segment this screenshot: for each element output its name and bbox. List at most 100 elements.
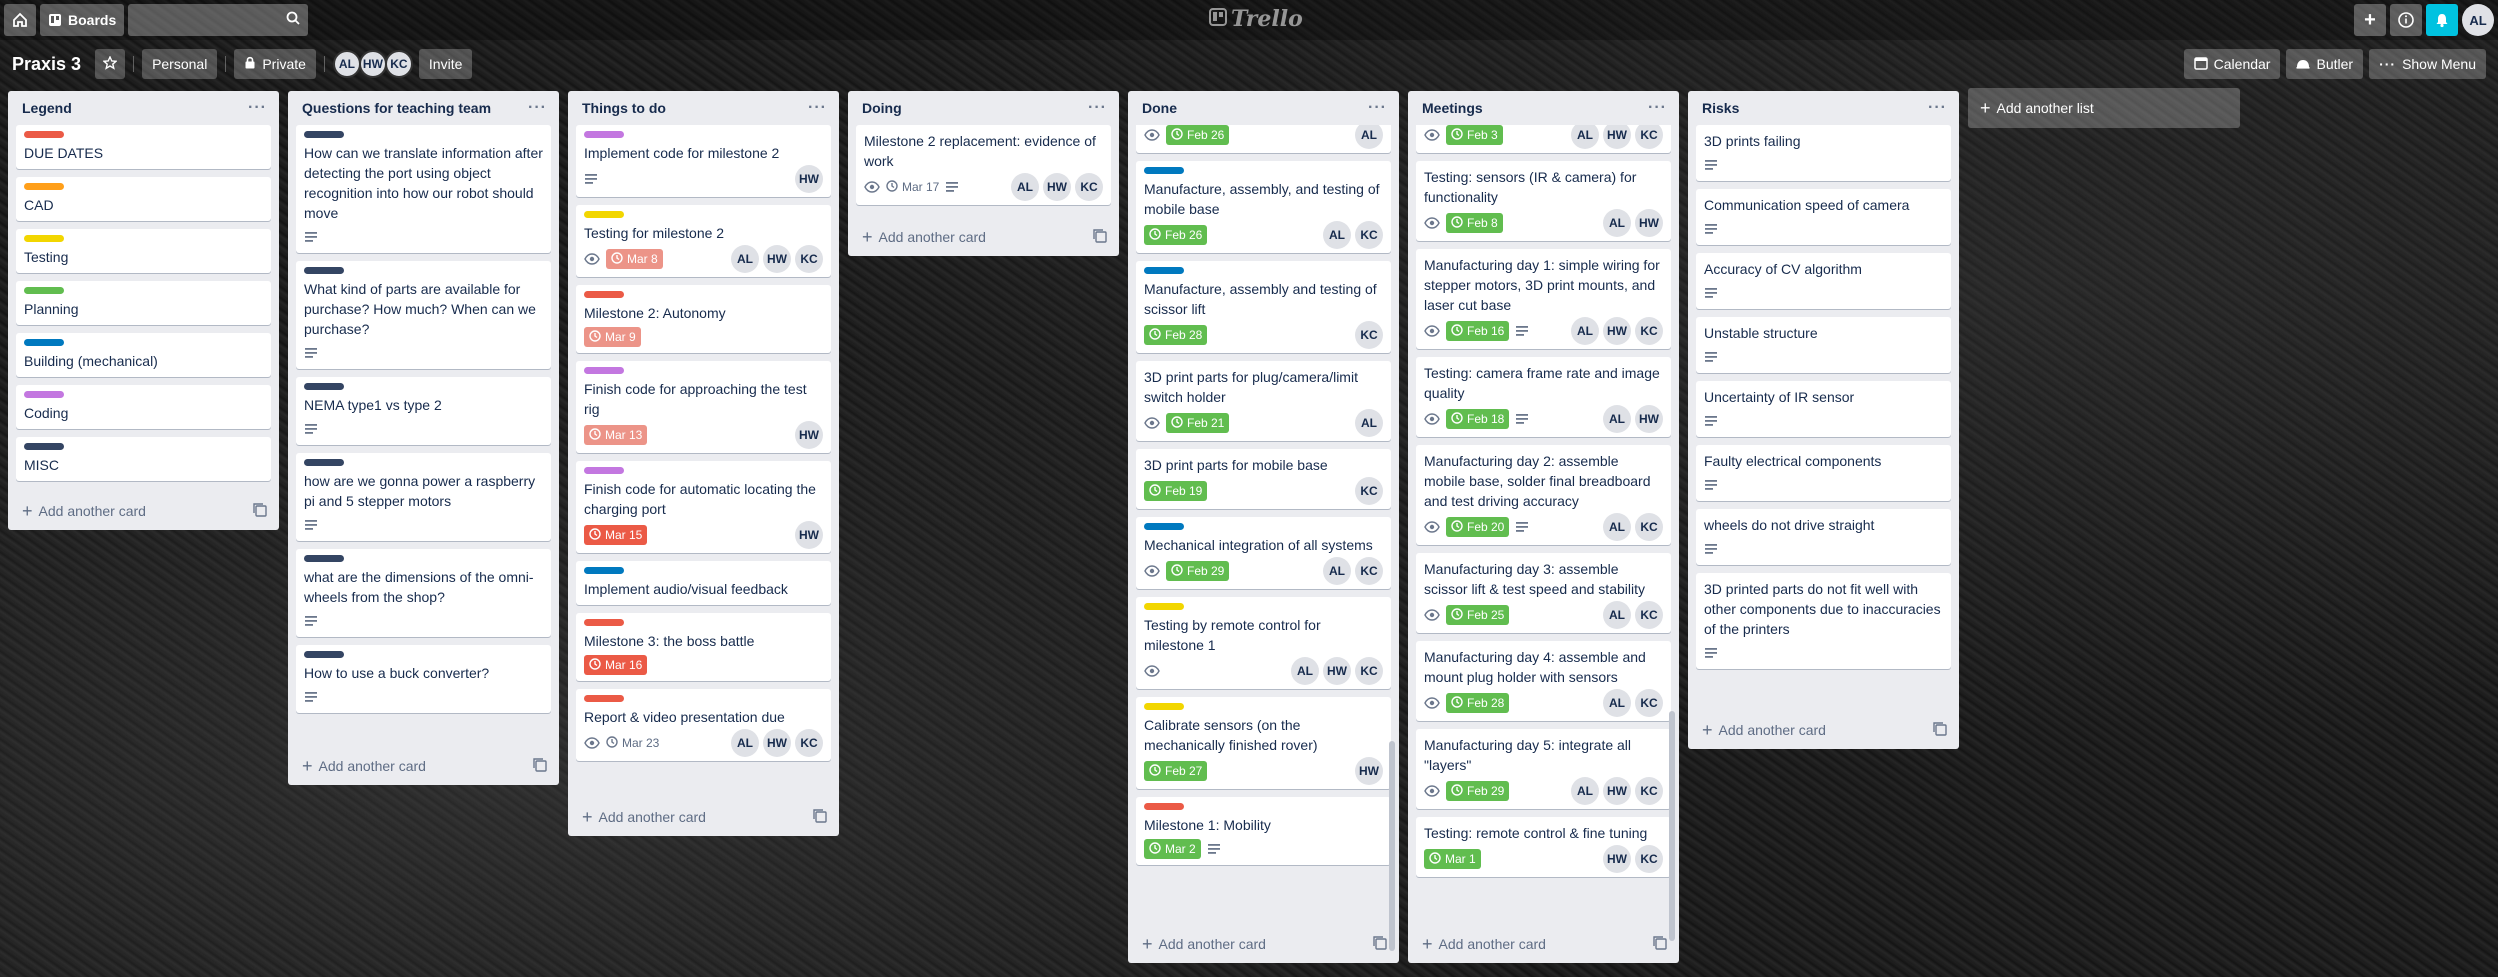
- list-menu-icon[interactable]: ···: [1928, 99, 1947, 117]
- due-date-badge[interactable]: Feb 28: [1144, 325, 1208, 345]
- member-avatar[interactable]: HW: [763, 729, 791, 757]
- due-date-badge[interactable]: Feb 19: [1144, 481, 1208, 501]
- member-avatar[interactable]: KC: [1355, 221, 1383, 249]
- label-navy[interactable]: [304, 383, 344, 390]
- notifications-button[interactable]: [2426, 4, 2458, 36]
- card[interactable]: Testing: sensors (IR & camera) for funct…: [1416, 161, 1671, 241]
- label-yellow[interactable]: [1144, 703, 1184, 710]
- label-navy[interactable]: [304, 131, 344, 138]
- card-template-icon[interactable]: [813, 808, 827, 826]
- card-template-icon[interactable]: [1373, 935, 1387, 953]
- card[interactable]: Feb 26 AL: [1136, 125, 1391, 153]
- card[interactable]: Planning: [16, 281, 271, 325]
- add-card-button[interactable]: + Add another card: [22, 501, 146, 522]
- card[interactable]: Communication speed of camera: [1696, 189, 1951, 245]
- member-avatar[interactable]: KC: [1635, 601, 1663, 629]
- member-avatar[interactable]: AL: [1571, 317, 1599, 345]
- card[interactable]: Manufacturing day 5: integrate all "laye…: [1416, 729, 1671, 809]
- label-red[interactable]: [24, 131, 64, 138]
- member-avatar[interactable]: HW: [1323, 657, 1351, 685]
- add-card-button[interactable]: + Add another card: [582, 807, 706, 828]
- member-avatar[interactable]: AL: [1291, 657, 1319, 685]
- member-avatar[interactable]: KC: [795, 729, 823, 757]
- list-title[interactable]: Risks: [1702, 100, 1739, 116]
- list-menu-icon[interactable]: ···: [528, 99, 547, 117]
- member-avatar[interactable]: KC: [1635, 845, 1663, 873]
- member-avatar[interactable]: HW: [1043, 173, 1071, 201]
- member-avatar[interactable]: HW: [763, 245, 791, 273]
- due-date-badge[interactable]: Mar 13: [584, 425, 648, 445]
- list-menu-icon[interactable]: ···: [1368, 99, 1387, 117]
- card[interactable]: NEMA type1 vs type 2: [296, 377, 551, 445]
- label-navy[interactable]: [24, 443, 64, 450]
- member-avatar[interactable]: KC: [1635, 317, 1663, 345]
- label-blue[interactable]: [1144, 267, 1184, 274]
- calendar-button[interactable]: Calendar: [2183, 49, 2281, 79]
- label-purple[interactable]: [584, 131, 624, 138]
- due-date-badge[interactable]: Feb 27: [1144, 761, 1208, 781]
- list-title[interactable]: Things to do: [582, 100, 666, 116]
- label-purple[interactable]: [584, 467, 624, 474]
- card[interactable]: Testing: camera frame rate and image qua…: [1416, 357, 1671, 437]
- card[interactable]: wheels do not drive straight: [1696, 509, 1951, 565]
- member-avatar[interactable]: AL: [1603, 689, 1631, 717]
- star-button[interactable]: [95, 49, 126, 79]
- card[interactable]: Implement code for milestone 2 HW: [576, 125, 831, 197]
- card[interactable]: Building (mechanical): [16, 333, 271, 377]
- due-date-badge[interactable]: Mar 15: [584, 525, 648, 545]
- card[interactable]: 3D prints failing: [1696, 125, 1951, 181]
- label-yellow[interactable]: [24, 235, 64, 242]
- list-menu-icon[interactable]: ···: [1088, 99, 1107, 117]
- label-blue[interactable]: [1144, 523, 1184, 530]
- due-date-badge[interactable]: Mar 16: [584, 655, 648, 675]
- member-avatar[interactable]: KC: [1075, 173, 1103, 201]
- list-title[interactable]: Done: [1142, 100, 1177, 116]
- card[interactable]: Manufacturing day 1: simple wiring for s…: [1416, 249, 1671, 349]
- card[interactable]: 3D printed parts do not fit well with ot…: [1696, 573, 1951, 669]
- list-menu-icon[interactable]: ···: [248, 99, 267, 117]
- member-avatar[interactable]: AL: [1603, 405, 1631, 433]
- card[interactable]: MISC: [16, 437, 271, 481]
- due-date-badge[interactable]: Mar 23: [606, 733, 659, 753]
- label-yellow[interactable]: [584, 211, 624, 218]
- member-avatar[interactable]: HW: [1635, 209, 1663, 237]
- card[interactable]: Calibrate sensors (on the mechanically f…: [1136, 697, 1391, 789]
- member-avatar[interactable]: AL: [731, 729, 759, 757]
- boards-button[interactable]: Boards: [40, 4, 125, 36]
- label-blue[interactable]: [1144, 167, 1184, 174]
- team-visibility-button[interactable]: Personal: [142, 49, 218, 79]
- member-avatar[interactable]: AL: [1571, 777, 1599, 805]
- card[interactable]: Testing for milestone 2 Mar 8 AL HW KC: [576, 205, 831, 277]
- card[interactable]: DUE DATES: [16, 125, 271, 169]
- card[interactable]: Manufacture, assembly and testing of sci…: [1136, 261, 1391, 353]
- due-date-badge[interactable]: Mar 17: [886, 177, 939, 197]
- card-template-icon[interactable]: [253, 502, 267, 520]
- member-avatar[interactable]: AL: [1571, 125, 1599, 149]
- add-list-button[interactable]: + Add another list: [1968, 88, 2240, 128]
- label-navy[interactable]: [304, 459, 344, 466]
- add-card-button[interactable]: + Add another card: [862, 227, 986, 248]
- card[interactable]: How can we translate information after d…: [296, 125, 551, 253]
- due-date-badge[interactable]: Feb 26: [1166, 125, 1230, 145]
- member-avatar[interactable]: AL: [1355, 125, 1383, 149]
- member-avatar[interactable]: HW: [1603, 317, 1631, 345]
- label-blue[interactable]: [24, 339, 64, 346]
- list-title[interactable]: Questions for teaching team: [302, 100, 491, 116]
- card[interactable]: Testing by remote control for milestone …: [1136, 597, 1391, 689]
- card[interactable]: Mechanical integration of all systems Feb…: [1136, 517, 1391, 589]
- member-avatar[interactable]: HW: [1355, 757, 1383, 785]
- card-template-icon[interactable]: [1653, 935, 1667, 953]
- member-avatar[interactable]: HW: [795, 165, 823, 193]
- card[interactable]: Milestone 2 replacement: evidence of wor…: [856, 125, 1111, 205]
- due-date-badge[interactable]: Feb 16: [1446, 321, 1510, 341]
- member-avatar[interactable]: HW: [795, 521, 823, 549]
- label-purple[interactable]: [24, 391, 64, 398]
- card[interactable]: Accuracy of CV algorithm: [1696, 253, 1951, 309]
- member-avatar[interactable]: KC: [1635, 513, 1663, 541]
- card[interactable]: Uncertainty of IR sensor: [1696, 381, 1951, 437]
- list-title[interactable]: Legend: [22, 100, 72, 116]
- due-date-badge[interactable]: Feb 20: [1446, 517, 1510, 537]
- member-avatar[interactable]: AL: [1323, 557, 1351, 585]
- due-date-badge[interactable]: Feb 29: [1166, 561, 1230, 581]
- card[interactable]: Manufacturing day 2: assemble mobile bas…: [1416, 445, 1671, 545]
